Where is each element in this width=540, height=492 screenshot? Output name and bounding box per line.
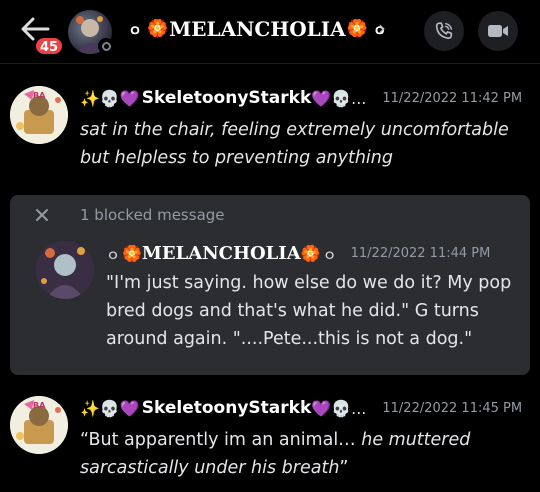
avatar[interactable]: BA xyxy=(10,86,68,144)
video-camera-icon xyxy=(488,25,508,37)
status-indicator xyxy=(98,38,114,54)
channel-name: MELANCHOLIA xyxy=(169,17,346,41)
svg-text:BA: BA xyxy=(33,401,46,410)
message-text-end: ” xyxy=(339,458,349,478)
svg-text:BA: BA xyxy=(33,91,46,100)
blocked-message-label[interactable]: 1 blocked message xyxy=(80,206,225,224)
username[interactable]: MELANCHOLIA xyxy=(142,243,301,264)
message-text: "I'm just saying. how else do we do it? … xyxy=(106,273,512,349)
video-call-button[interactable] xyxy=(478,11,518,51)
username[interactable]: SkeletoonyStarkk xyxy=(142,398,312,418)
flower-emoji: 🏵️ xyxy=(300,244,321,263)
message-header: ｏ 🏵️ MELANCHOLIA 🏵️ ｏ 11/22/2022 11:44 P… xyxy=(106,243,490,264)
chevron-right-icon[interactable]: › xyxy=(378,16,386,40)
flower-emoji: 🏵️ xyxy=(147,19,169,39)
timestamp: 11/22/2022 11:44 PM xyxy=(350,246,491,261)
unread-count-badge: 45 xyxy=(34,36,64,56)
name-suffix: ｏ xyxy=(322,246,337,263)
message-header: ✨💀💜 SkeletoonyStarkk 💜💀... 11/22/2022 11… xyxy=(80,88,522,108)
message-item[interactable]: BA ✨💀💜 SkeletoonyStarkk 💜💀... 11/22/2022… xyxy=(0,394,540,492)
channel-title[interactable]: ｏ 🏵️ MELANCHOLIA 🏵️ ｏ xyxy=(124,14,391,44)
channel-header: 45 ｏ 🏵️ MELANCHOLIA 🏵️ ｏ › xyxy=(0,0,540,64)
flower-emoji: 🏵️ xyxy=(122,244,142,263)
blocked-message-container: 1 blocked message ｏ 🏵️ MELANCHOLIA 🏵️ ｏ … xyxy=(10,195,530,375)
flower-emoji: 🏵️ xyxy=(346,19,368,39)
timestamp: 11/22/2022 11:45 PM xyxy=(382,400,523,416)
name-prefix: ｏ xyxy=(106,246,120,263)
phone-call-icon xyxy=(435,22,453,39)
message-text-plain: “But apparently im an animal… xyxy=(80,430,362,450)
voice-call-button[interactable] xyxy=(424,11,464,51)
close-icon[interactable] xyxy=(34,207,50,223)
username-emoji-prefix: ✨💀💜 xyxy=(80,88,140,108)
avatar[interactable] xyxy=(36,241,94,299)
username-emoji-prefix: ✨💀💜 xyxy=(80,398,140,418)
username[interactable]: SkeletoonyStarkk xyxy=(142,88,312,108)
username-emoji-suffix: 💜💀... xyxy=(311,398,367,418)
avatar[interactable]: BA xyxy=(10,396,68,454)
message-text: “But apparently im an animal… he muttere… xyxy=(80,426,520,482)
message-header: ✨💀💜 SkeletoonyStarkk 💜💀... 11/22/2022 11… xyxy=(80,398,522,418)
timestamp: 11/22/2022 11:42 PM xyxy=(382,90,523,106)
message-item[interactable]: BA ✨💀💜 SkeletoonyStarkk 💜💀... 11/22/2022… xyxy=(0,84,540,184)
username-emoji-suffix: 💜💀... xyxy=(311,88,367,108)
message-text: sat in the chair, feeling extremely unco… xyxy=(80,120,509,168)
title-prefix: ｏ xyxy=(128,22,142,38)
